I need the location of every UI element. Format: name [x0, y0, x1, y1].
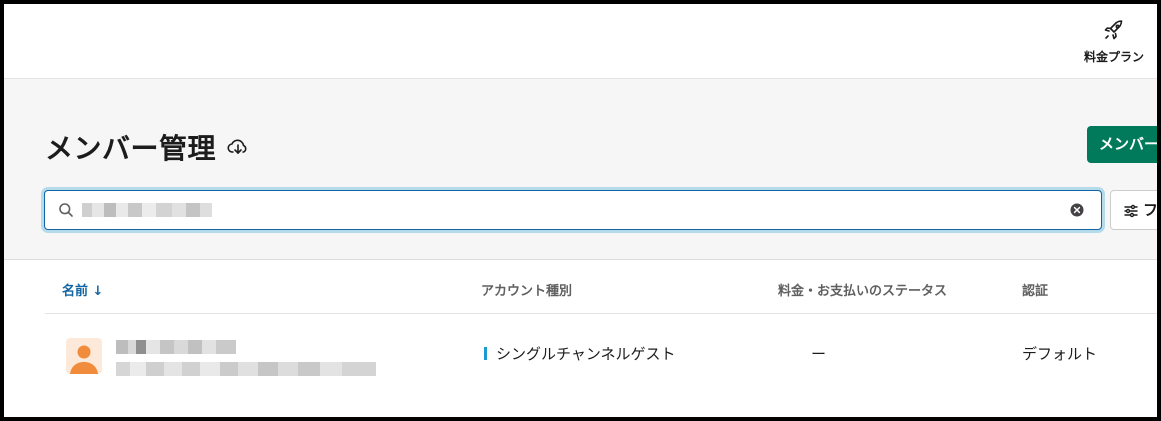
column-header-auth[interactable]: 認証: [1022, 280, 1048, 299]
page-header: メンバー管理 メンバー ██████████: [4, 79, 1157, 260]
member-name[interactable]: ████████: [116, 340, 236, 354]
app-window: 料金プラン メンバー管理 メンバー ██████████: [4, 4, 1157, 417]
page-title: メンバー管理: [45, 132, 217, 165]
auth-cell: デフォルト: [1022, 345, 1098, 363]
upgrade-plan-button[interactable]: 料金プラン: [1074, 18, 1154, 70]
column-header-name[interactable]: 名前 ↓: [62, 280, 103, 299]
filter-label: フ: [1143, 201, 1157, 219]
top-bar: 料金プラン: [4, 4, 1157, 79]
member-email: ████████████████████: [116, 362, 376, 376]
billing-status-cell: ー: [811, 345, 827, 363]
search-icon: [58, 202, 74, 218]
download-button[interactable]: [226, 135, 250, 159]
table-row[interactable]: ████████ ████████████████████ シングルチャンネルゲ…: [45, 314, 1157, 394]
members-table: 名前 ↓ アカウント種別 料金・お支払いのステータス 認証 ████████ █…: [45, 260, 1157, 417]
invite-members-button[interactable]: メンバー: [1087, 126, 1157, 163]
account-type-cell: シングルチャンネルゲスト: [496, 345, 676, 363]
rocket-icon: [1074, 18, 1154, 42]
avatar[interactable]: [66, 338, 102, 374]
account-type-indicator: [484, 347, 487, 360]
search-value[interactable]: ██████████: [82, 191, 212, 229]
clear-circle-icon: [1069, 203, 1085, 222]
upgrade-plan-label: 料金プラン: [1083, 50, 1144, 64]
column-header-account-type[interactable]: アカウント種別: [481, 280, 572, 299]
clear-search-button[interactable]: [1069, 202, 1085, 218]
search-input[interactable]: ██████████: [44, 190, 1102, 230]
cloud-download-icon: [226, 139, 250, 163]
filter-button[interactable]: フ: [1110, 190, 1157, 230]
column-header-billing-status[interactable]: 料金・お支払いのステータス: [778, 280, 947, 299]
